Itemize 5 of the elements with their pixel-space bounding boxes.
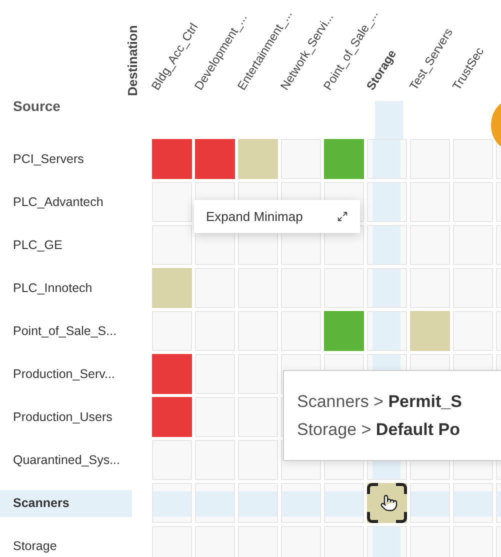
source-axis-label: Source [13, 98, 60, 114]
policy-line: Storage > Default Po [297, 420, 461, 440]
policy-line: Scanners > Permit_S [297, 392, 463, 412]
tooltip-text: Expand Minimap [206, 209, 303, 224]
destination-axis-label: Destination [125, 24, 140, 96]
